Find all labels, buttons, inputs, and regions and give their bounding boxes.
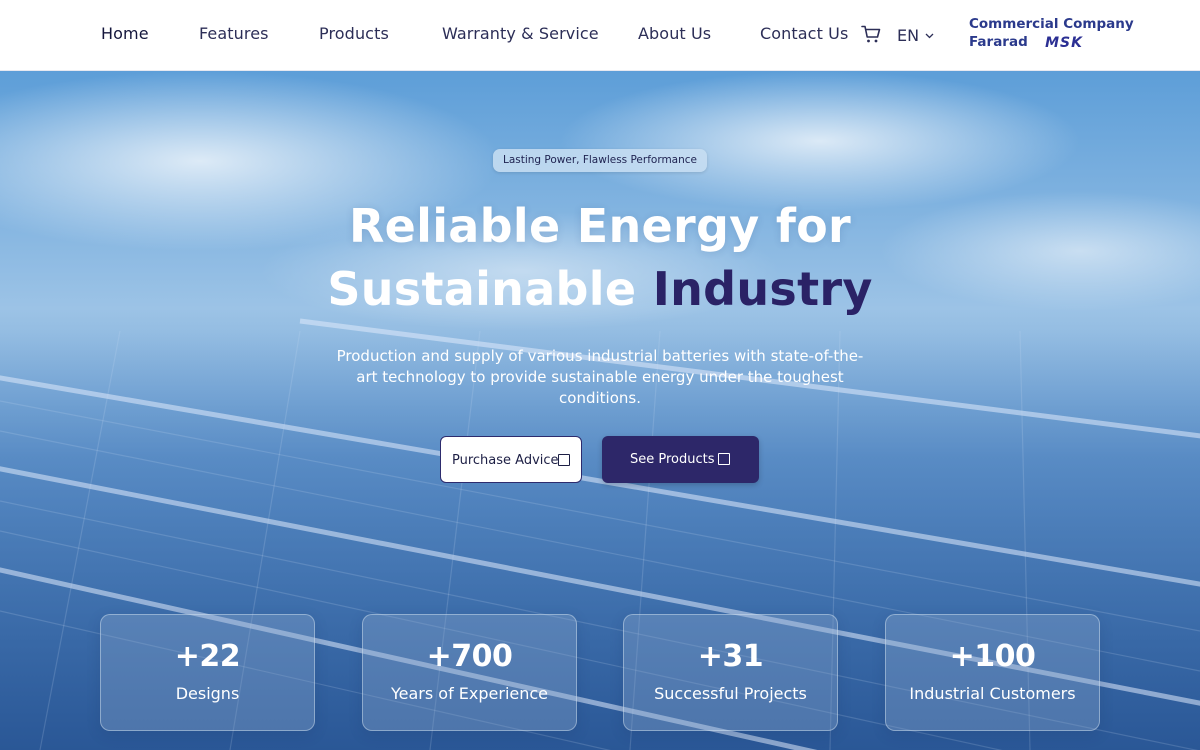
stat-label: Years of Experience (390, 684, 549, 703)
stat-card-projects: +31 Successful Projects (623, 614, 838, 731)
brand-logo[interactable]: Commercial Company Fararad MSK (969, 15, 1134, 57)
stat-label: Industrial Customers (909, 684, 1076, 703)
hero-tagline-badge: Lasting Power, Flawless Performance (493, 149, 707, 172)
stat-value: +31 (697, 639, 764, 674)
language-selector[interactable]: EN (897, 24, 934, 45)
site-header: Home Features Products Warranty & Servic… (0, 0, 1200, 71)
stat-card-designs: +22 Designs (100, 614, 315, 731)
cart-icon[interactable] (861, 25, 883, 45)
square-icon (718, 453, 730, 465)
nav-warranty-service[interactable]: Warranty & Service (442, 24, 599, 43)
purchase-advice-button[interactable]: Purchase Advice (440, 436, 582, 483)
hero-title-plain: Sustainable (327, 262, 637, 316)
stat-value: +100 (949, 639, 1036, 674)
msk-logo-text: MSK (1045, 35, 1083, 49)
stat-label: Successful Projects (654, 684, 807, 703)
nav-home[interactable]: Home (101, 24, 149, 43)
nav-features[interactable]: Features (199, 24, 269, 43)
nav-contact-us[interactable]: Contact Us (760, 24, 848, 43)
stat-card-customers: +100 Industrial Customers (885, 614, 1100, 731)
brand-name-line1: Commercial Company (969, 16, 1134, 32)
square-icon (558, 454, 570, 466)
brand-name-line2: Fararad MSK (969, 33, 1129, 54)
chevron-down-icon (925, 24, 934, 43)
msk-logo-icon: MSK (1033, 35, 1095, 54)
stat-card-experience: +700 Years of Experience (362, 614, 577, 731)
stat-label: Designs (175, 684, 240, 703)
nav-about-us[interactable]: About Us (638, 24, 711, 43)
see-products-label: See Products (630, 452, 715, 467)
hero-title-line2: Sustainable Industry (0, 262, 1200, 316)
stat-value: +700 (426, 639, 513, 674)
nav-products[interactable]: Products (319, 24, 389, 43)
language-label: EN (897, 26, 920, 45)
purchase-advice-label: Purchase Advice (452, 453, 559, 468)
hero-description: Production and supply of various industr… (336, 347, 864, 407)
brand-name-fararad: Fararad (969, 34, 1028, 50)
hero-section: Lasting Power, Flawless Performance Reli… (0, 71, 1200, 750)
see-products-button[interactable]: See Products (602, 436, 759, 483)
hero-title-accent: Industry (652, 262, 873, 316)
stat-value: +22 (174, 639, 241, 674)
hero-title-line1: Reliable Energy for (348, 199, 852, 253)
